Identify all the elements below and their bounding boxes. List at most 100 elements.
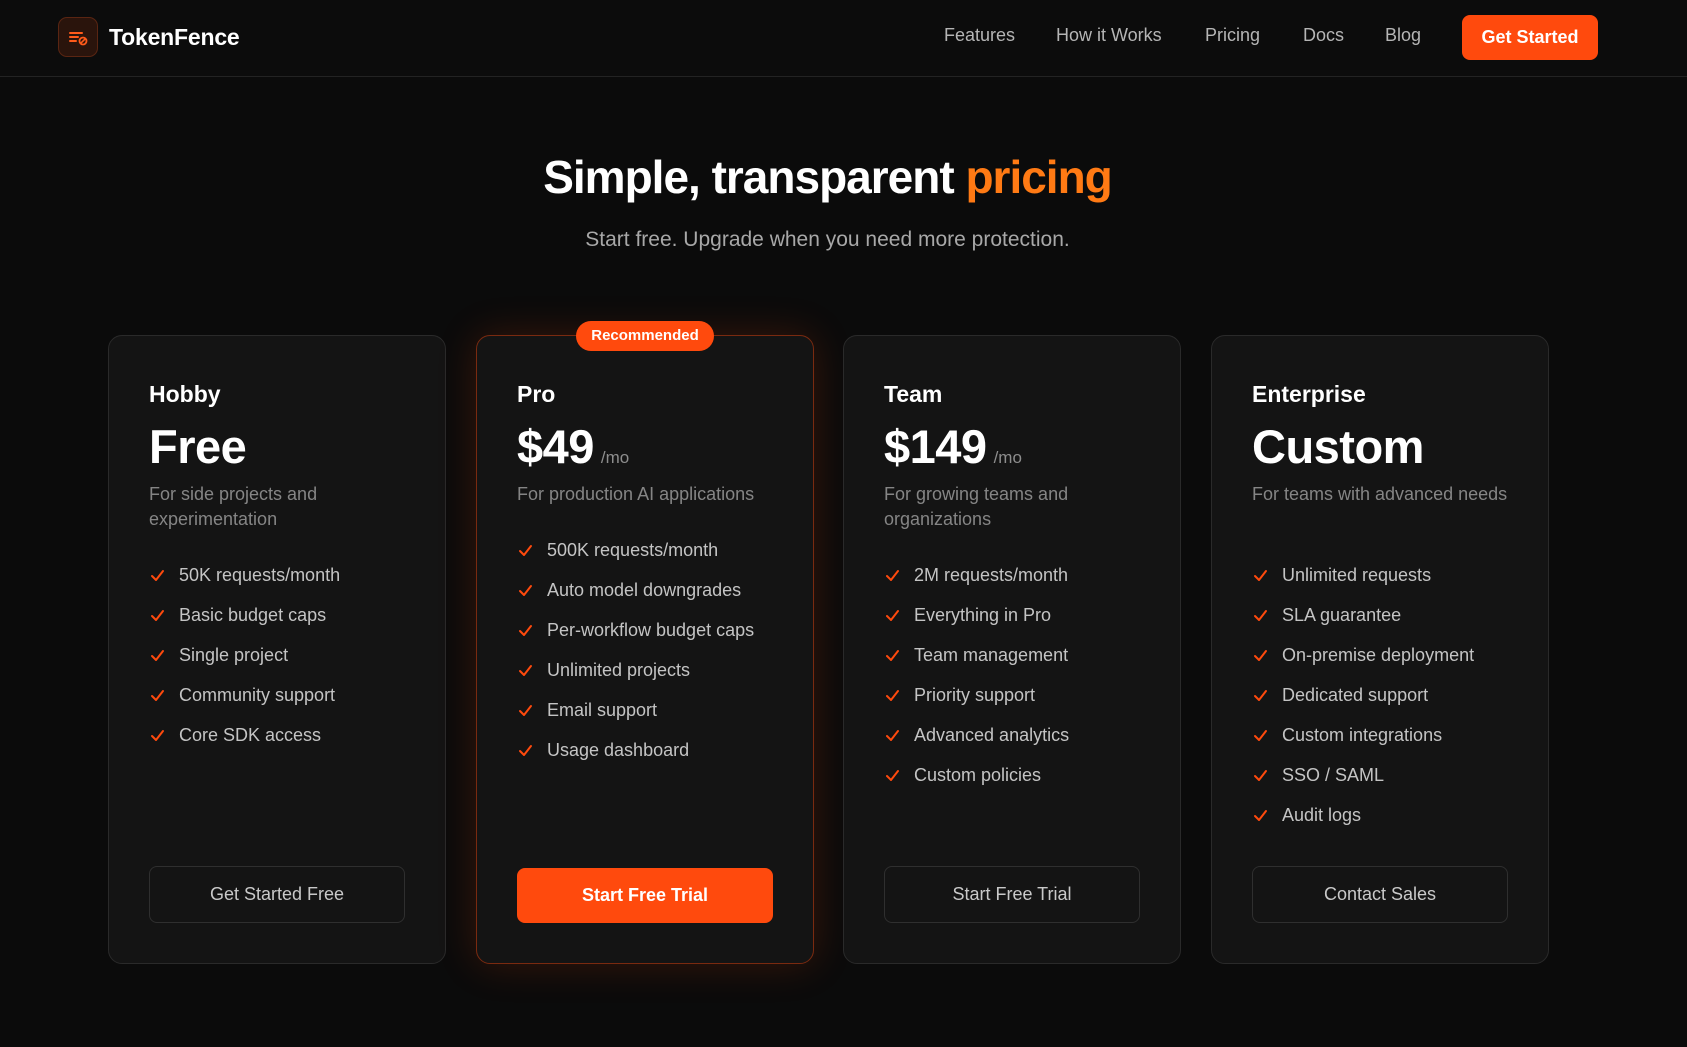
feature-label: SLA guarantee — [1282, 604, 1402, 625]
check-icon — [1252, 567, 1269, 584]
check-icon — [517, 622, 534, 639]
feature-item: Everything in Pro — [884, 595, 1069, 635]
feature-list: 500K requests/month Auto model downgrades… — [517, 530, 754, 770]
price-row: Free — [149, 419, 247, 474]
feature-item: Auto model downgrades — [517, 570, 754, 610]
contact-sales-button[interactable]: Contact Sales — [1252, 866, 1508, 923]
plan-name: Enterprise — [1252, 381, 1366, 407]
feature-item: Team management — [884, 635, 1069, 675]
check-icon — [517, 582, 534, 599]
feature-label: Community support — [179, 684, 336, 705]
plan-card-hobby: Hobby Free For side projects and experim… — [108, 335, 446, 964]
plan-price: $49 — [517, 420, 594, 473]
nav-link-blog[interactable]: Blog — [1385, 25, 1421, 46]
page-title-prefix: Simple, transparent — [543, 151, 966, 203]
feature-label: On-premise deployment — [1282, 644, 1475, 665]
feature-label: SSO / SAML — [1282, 764, 1385, 785]
feature-label: Priority support — [914, 684, 1036, 705]
brand[interactable]: TokenFence — [58, 17, 240, 57]
feature-label: Basic budget caps — [179, 604, 327, 625]
check-icon — [517, 702, 534, 719]
feature-label: Usage dashboard — [547, 739, 690, 760]
price-period: /mo — [993, 448, 1022, 467]
price-row: Custom — [1252, 419, 1424, 474]
feature-label: Team management — [914, 644, 1069, 665]
check-icon — [149, 567, 166, 584]
check-icon — [149, 607, 166, 624]
feature-label: Auto model downgrades — [547, 579, 742, 600]
feature-label: Custom integrations — [1282, 724, 1443, 745]
feature-item: SSO / SAML — [1252, 755, 1474, 795]
feature-label: Per-workflow budget caps — [547, 619, 755, 640]
plan-name: Pro — [517, 381, 556, 407]
plan-description: For growing teams and organizations — [884, 484, 1069, 529]
check-icon — [1252, 807, 1269, 824]
plan-card-enterprise: Enterprise Custom For teams with advance… — [1211, 335, 1549, 964]
get-started-free-button[interactable]: Get Started Free — [149, 866, 405, 923]
feature-item: Unlimited requests — [1252, 555, 1474, 595]
check-icon — [884, 687, 901, 704]
feature-label: Unlimited projects — [547, 659, 691, 680]
plan-name: Team — [884, 381, 943, 407]
feature-label: Core SDK access — [179, 724, 322, 745]
top-nav: TokenFence Features How it Works Pricing… — [0, 0, 1687, 77]
page-title: Simple, transparent pricing — [0, 150, 1655, 204]
plan-description: For teams with advanced needs — [1252, 484, 1508, 504]
feature-item: SLA guarantee — [1252, 595, 1474, 635]
check-icon — [1252, 647, 1269, 664]
feature-label: Unlimited requests — [1282, 564, 1432, 585]
check-icon — [1252, 767, 1269, 784]
feature-item: Audit logs — [1252, 795, 1474, 835]
plan-name: Hobby — [149, 381, 221, 407]
nav-link-pricing[interactable]: Pricing — [1205, 25, 1260, 46]
price-row: $49 /mo — [517, 419, 629, 474]
feature-item: Per-workflow budget caps — [517, 610, 754, 650]
feature-label: Dedicated support — [1282, 684, 1429, 705]
check-icon — [884, 607, 901, 624]
feature-label: Custom policies — [914, 764, 1042, 785]
nav-link-docs[interactable]: Docs — [1303, 25, 1344, 46]
recommended-badge: Recommended — [576, 321, 714, 351]
get-started-button[interactable]: Get Started — [1462, 15, 1598, 60]
start-free-trial-button[interactable]: Start Free Trial — [884, 866, 1140, 923]
feature-label: Everything in Pro — [914, 604, 1052, 625]
feature-list: 2M requests/month Everything in Pro Team m… — [884, 555, 1069, 795]
feature-item: Priority support — [884, 675, 1069, 715]
plan-price: Free — [149, 420, 247, 473]
feature-item: 50K requests/month — [149, 555, 340, 595]
feature-item: Email support — [517, 690, 754, 730]
feature-label: Audit logs — [1282, 804, 1362, 825]
check-icon — [517, 742, 534, 759]
start-free-trial-button[interactable]: Start Free Trial — [517, 868, 773, 923]
feature-list: 50K requests/month Basic budget caps Singl… — [149, 555, 340, 755]
check-icon — [517, 542, 534, 559]
feature-item: Basic budget caps — [149, 595, 340, 635]
check-icon — [149, 647, 166, 664]
feature-label: Single project — [179, 644, 289, 665]
feature-item: On-premise deployment — [1252, 635, 1474, 675]
feature-item: Advanced analytics — [884, 715, 1069, 755]
plan-description: For side projects and experimentation — [149, 484, 318, 529]
feature-list: Unlimited requests SLA guarantee On-premis… — [1252, 555, 1474, 835]
feature-label: 50K requests/month — [179, 564, 341, 585]
check-icon — [1252, 607, 1269, 624]
price-row: $149 /mo — [884, 419, 1022, 474]
check-icon — [884, 767, 901, 784]
plan-price: $149 — [884, 420, 987, 473]
plan-card-team: Team $149 /mo For growing teams and orga… — [843, 335, 1181, 964]
feature-item: Dedicated support — [1252, 675, 1474, 715]
plan-price: Custom — [1252, 420, 1424, 473]
check-icon — [1252, 727, 1269, 744]
brand-name: TokenFence — [109, 23, 240, 50]
feature-label: Email support — [547, 699, 658, 720]
feature-item: 2M requests/month — [884, 555, 1069, 595]
feature-item: Custom policies — [884, 755, 1069, 795]
feature-label: 500K requests/month — [547, 539, 719, 560]
plan-card-pro: Recommended Pro $49 /mo For production A… — [476, 321, 814, 964]
nav-link-how-it-works[interactable]: How it Works — [1056, 25, 1162, 46]
feature-label: Advanced analytics — [914, 724, 1070, 745]
nav-link-features[interactable]: Features — [944, 25, 1015, 46]
feature-item: Single project — [149, 635, 340, 675]
page-subtitle: Start free. Upgrade when you need more p… — [585, 228, 1070, 251]
feature-item: 500K requests/month — [517, 530, 754, 570]
